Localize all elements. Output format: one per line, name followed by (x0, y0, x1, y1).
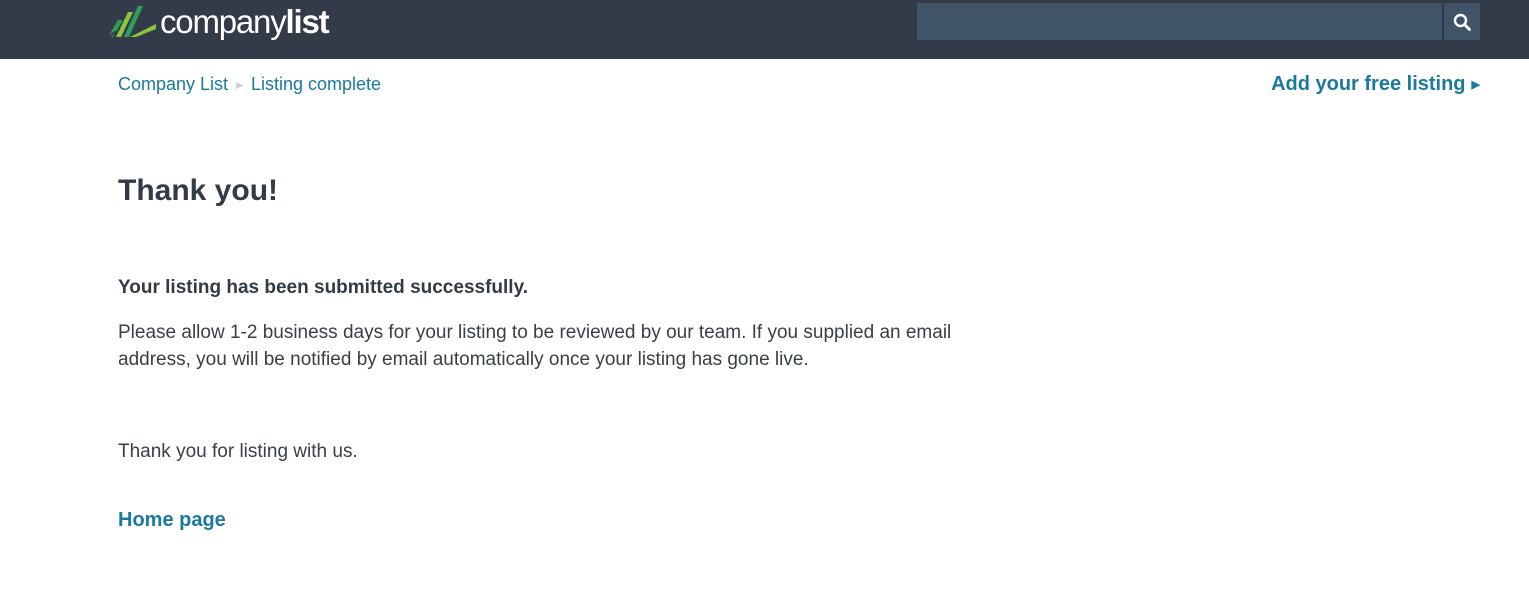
logo-mark-icon (107, 6, 156, 38)
thanks-message: Thank you for listing with us. (118, 441, 358, 462)
success-message: Your listing has been submitted successf… (118, 277, 529, 298)
logo-text-regular: company (160, 2, 287, 40)
breadcrumb-item-company-list[interactable]: Company List (118, 74, 228, 95)
search-input[interactable] (917, 3, 1442, 40)
add-free-listing-link[interactable]: Add your free listing ▶ (1271, 73, 1480, 96)
review-notice: Please allow 1-2 business days for your … (118, 322, 952, 370)
add-free-listing-label: Add your free listing (1271, 73, 1466, 95)
triangle-right-icon: ▶ (1471, 79, 1480, 91)
breadcrumb: Company List ▶ Listing complete (118, 74, 381, 95)
page-title: Thank you! (118, 174, 279, 207)
company-list-logo[interactable]: companylist (106, 0, 330, 42)
breadcrumb-item-listing-complete[interactable]: Listing complete (251, 74, 381, 95)
top-navigation-bar: companylist (0, 0, 1529, 59)
logo-wordmark: companylist (160, 2, 330, 40)
breadcrumb-separator-icon: ▶ (236, 80, 243, 90)
home-page-link[interactable]: Home page (118, 509, 226, 532)
logo-text-bold: list (285, 2, 330, 40)
search-icon (1453, 13, 1471, 31)
search-button[interactable] (1443, 3, 1480, 40)
